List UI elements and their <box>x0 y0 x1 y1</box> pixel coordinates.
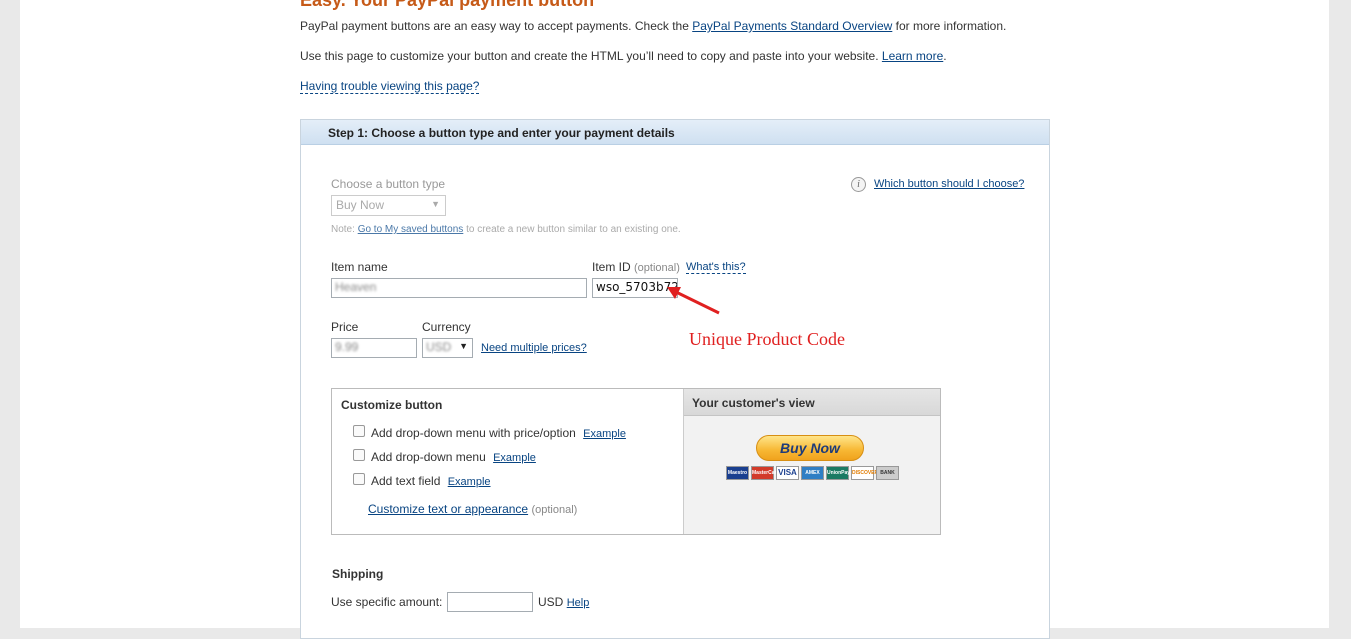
chevron-down-icon: ▼ <box>431 199 440 209</box>
maestro-icon: Maestro <box>726 466 749 480</box>
price-input[interactable]: 9.99 <box>331 338 417 358</box>
unionpay-icon: UnionPay <box>826 466 850 480</box>
note-prefix: Note: <box>331 224 358 235</box>
button-type-value: Buy Now <box>336 198 385 212</box>
option-row-1: Add drop-down menu with price/option Exa… <box>371 426 626 440</box>
intro-line-1: PayPal payment buttons are an easy way t… <box>300 19 1006 33</box>
option-example-link-1[interactable]: Example <box>583 428 626 440</box>
whats-this-line: What's this? <box>686 261 746 274</box>
option-example-link-3[interactable]: Example <box>448 476 491 488</box>
amex-icon: AMEX <box>801 466 824 480</box>
option-label-3: Add text field <box>371 474 441 488</box>
customize-appearance-line: Customize text or appearance (optional) <box>368 502 577 516</box>
price-label: Price <box>331 320 359 334</box>
trouble-viewing-link[interactable]: Having trouble viewing this page? <box>300 79 480 94</box>
option-checkbox-2[interactable] <box>353 449 365 461</box>
option-checkbox-3[interactable] <box>353 473 365 485</box>
item-id-label-line: Item ID (optional) <box>592 260 680 274</box>
option-label-1: Add drop-down menu with price/option <box>371 426 576 440</box>
saved-buttons-note: Note: Go to My saved buttons to create a… <box>331 224 681 235</box>
button-type-select[interactable]: Buy Now ▼ <box>331 195 446 216</box>
intro-line-2: Use this page to customize your button a… <box>300 49 947 63</box>
customize-optional: (optional) <box>531 504 578 516</box>
shipping-currency: USD <box>538 595 564 609</box>
currency-value: USD <box>426 340 452 354</box>
button-type-label: Choose a button type <box>331 177 446 191</box>
mastercard-icon: MasterCard <box>751 466 780 480</box>
option-checkbox-1[interactable] <box>353 425 365 437</box>
visa-icon: VISA <box>776 466 799 480</box>
which-button-link[interactable]: Which button should I choose? <box>874 178 1024 190</box>
customize-options: Customize button Add drop-down menu with… <box>332 389 684 534</box>
customer-view-title: Your customer's view <box>684 389 940 416</box>
info-icon: i <box>851 177 866 192</box>
chevron-down-icon: ▼ <box>459 341 468 351</box>
trouble-line: Having trouble viewing this page? <box>300 79 480 94</box>
currency-select[interactable]: USD ▼ <box>422 338 473 358</box>
annotation-label: Unique Product Code <box>689 329 845 349</box>
saved-buttons-link[interactable]: Go to My saved buttons <box>358 224 464 235</box>
note-suffix: to create a new button similar to an exi… <box>463 224 681 235</box>
intro-text-1: PayPal payment buttons are an easy way t… <box>300 19 693 33</box>
shipping-help-link[interactable]: Help <box>567 597 590 609</box>
shipping-title: Shipping <box>332 567 384 581</box>
multiple-prices-link[interactable]: Need multiple prices? <box>481 342 587 354</box>
option-row-2: Add drop-down menu Example <box>371 450 536 464</box>
price-value: 9.99 <box>335 340 359 354</box>
item-id-optional: (optional) <box>634 262 680 274</box>
item-name-label: Item name <box>331 260 388 274</box>
shipping-currency-line: USD Help <box>538 595 589 609</box>
customer-view-panel: Your customer's view <box>684 389 940 534</box>
paypal-overview-link[interactable]: PayPal Payments Standard Overview <box>692 19 892 33</box>
customize-title: Customize button <box>341 398 443 412</box>
intro-text-1-end: for more information. <box>892 19 1007 33</box>
shipping-amount-input[interactable] <box>447 592 533 612</box>
currency-label: Currency <box>422 320 471 334</box>
buy-now-button-preview: Buy Now <box>756 435 864 461</box>
customize-appearance-link[interactable]: Customize text or appearance <box>368 502 528 516</box>
item-id-label: Item ID <box>592 260 631 274</box>
discover-icon: DISCOVER <box>851 466 878 480</box>
bank-icon: BANK <box>876 466 899 480</box>
multiple-prices-line: Need multiple prices? <box>481 342 587 354</box>
learn-more-link[interactable]: Learn more <box>882 49 943 63</box>
whats-this-link[interactable]: What's this? <box>686 261 746 274</box>
option-label-2: Add drop-down menu <box>371 450 486 464</box>
card-logos: Maestro MasterCard VISA AMEX UnionPay DI… <box>726 466 899 480</box>
item-name-value: Heaven <box>335 280 377 294</box>
intro-text-2-end: . <box>943 49 947 63</box>
intro-text-2: Use this page to customize your button a… <box>300 49 882 63</box>
item-name-input[interactable]: Heaven <box>331 278 587 298</box>
step1-header: Step 1: Choose a button type and enter y… <box>301 120 1049 145</box>
which-button-line: Which button should I choose? <box>874 178 1024 190</box>
shipping-amount-label: Use specific amount: <box>331 595 443 609</box>
customize-panel: Customize button Add drop-down menu with… <box>331 388 941 535</box>
annotation-arrow-icon <box>667 287 720 315</box>
page-heading: Easy. Your PayPal payment button <box>300 0 595 10</box>
option-example-link-2[interactable]: Example <box>493 452 536 464</box>
option-row-3: Add text field Example <box>371 474 491 488</box>
